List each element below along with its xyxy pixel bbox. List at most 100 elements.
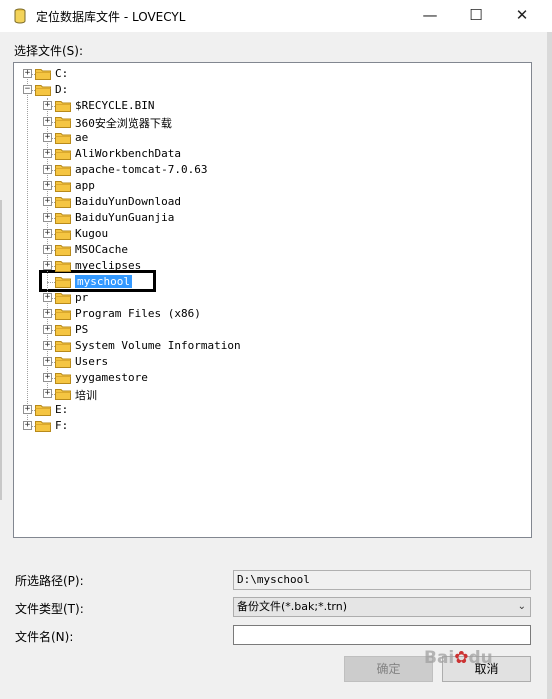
maximize-button[interactable]: ☐ xyxy=(453,0,499,32)
file-name-label: 文件名(N): xyxy=(15,630,74,644)
folder-icon xyxy=(55,100,71,112)
tree-item-label: 360安全浏览器下载 xyxy=(75,117,172,130)
expand-icon[interactable]: + xyxy=(43,213,52,222)
title-bar: 定位数据库文件 - LOVECYL — ☐ ✕ xyxy=(0,0,552,32)
expand-icon[interactable]: + xyxy=(43,261,52,270)
tree-item-label: yygamestore xyxy=(75,371,148,384)
tree-connector xyxy=(47,282,55,283)
folder-item[interactable]: + pr xyxy=(14,290,514,306)
drive-item[interactable]: + F: xyxy=(14,418,514,434)
window-title: 定位数据库文件 - LOVECYL xyxy=(36,10,186,24)
folder-icon xyxy=(55,212,71,224)
folder-item[interactable]: + BaiduYunGuanjia xyxy=(14,210,514,226)
tree-item-label: apache-tomcat-7.0.63 xyxy=(75,163,208,176)
folder-item[interactable]: + MSOCache xyxy=(14,242,514,258)
folder-icon xyxy=(55,132,71,144)
folder-icon xyxy=(55,196,71,208)
expand-icon[interactable]: + xyxy=(43,389,52,398)
collapse-icon[interactable]: − xyxy=(23,85,32,94)
tree-item-label: Program Files (x86) xyxy=(75,307,201,320)
folder-item[interactable]: + apache-tomcat-7.0.63 xyxy=(14,162,514,178)
folder-item[interactable]: + Kugou xyxy=(14,226,514,242)
folder-icon xyxy=(35,84,51,96)
tree-item-label: pr xyxy=(75,291,89,304)
drive-item[interactable]: + E: xyxy=(14,402,514,418)
folder-item[interactable]: + System Volume Information xyxy=(14,338,514,354)
expand-icon[interactable]: + xyxy=(43,101,52,110)
expand-icon[interactable]: + xyxy=(23,69,32,78)
drive-item[interactable]: + C: xyxy=(14,66,514,82)
expand-icon[interactable]: + xyxy=(43,357,52,366)
folder-icon xyxy=(55,340,71,352)
close-button[interactable]: ✕ xyxy=(499,0,545,32)
folder-icon xyxy=(55,276,71,288)
folder-icon xyxy=(35,420,51,432)
folder-tree[interactable]: + C: − D: + $RECYCLE.BIN +360安全浏览器下载 + ae + AliWor… xyxy=(13,62,532,538)
expand-icon[interactable]: + xyxy=(43,325,52,334)
expand-icon[interactable]: + xyxy=(43,117,52,126)
folder-icon xyxy=(55,308,71,320)
expand-icon[interactable]: + xyxy=(43,197,52,206)
folder-icon xyxy=(35,404,51,416)
tree-item-label: AliWorkbenchData xyxy=(75,147,181,160)
ok-button[interactable]: 确定 xyxy=(344,656,433,682)
folder-icon xyxy=(55,372,71,384)
folder-item[interactable]: + Program Files (x86) xyxy=(14,306,514,322)
folder-item[interactable]: myschool xyxy=(14,274,514,290)
watermark-logo: Bai✿du xyxy=(424,648,493,668)
expand-icon[interactable]: + xyxy=(43,229,52,238)
database-icon xyxy=(14,8,26,24)
folder-item[interactable]: + $RECYCLE.BIN xyxy=(14,98,514,114)
window-edge xyxy=(547,32,552,699)
selected-path-field: D:\myschool xyxy=(233,570,531,590)
expand-icon[interactable]: + xyxy=(43,373,52,382)
tree-item-label: Kugou xyxy=(75,227,109,240)
folder-item[interactable]: + BaiduYunDownload xyxy=(14,194,514,210)
folder-item[interactable]: + Users xyxy=(14,354,514,370)
tree-item-label: 培训 xyxy=(75,389,97,402)
file-type-label: 文件类型(T): xyxy=(15,602,84,616)
tree-item-label: $RECYCLE.BIN xyxy=(75,99,155,112)
tree-item-label: System Volume Information xyxy=(75,339,241,352)
expand-icon[interactable]: + xyxy=(43,149,52,158)
expand-icon[interactable]: + xyxy=(43,341,52,350)
expand-icon[interactable]: + xyxy=(43,245,52,254)
folder-item[interactable]: + ae xyxy=(14,130,514,146)
tree-item-label: ae xyxy=(75,131,89,144)
drive-item[interactable]: − D: xyxy=(14,82,514,98)
folder-item[interactable]: + PS xyxy=(14,322,514,338)
folder-item[interactable]: + AliWorkbenchData xyxy=(14,146,514,162)
folder-icon xyxy=(55,260,71,272)
folder-icon xyxy=(55,148,71,160)
expand-icon[interactable]: + xyxy=(23,421,32,430)
tree-item-label: F: xyxy=(55,419,69,432)
expand-icon[interactable]: + xyxy=(43,309,52,318)
tree-item-label: myeclipses xyxy=(75,259,142,272)
chevron-down-icon: ⌄ xyxy=(517,601,526,612)
file-type-select[interactable]: 备份文件(*.bak;*.trn) ⌄ xyxy=(233,597,531,617)
folder-icon xyxy=(55,228,71,240)
tree-item-label: E: xyxy=(55,403,69,416)
file-name-input[interactable] xyxy=(233,625,531,645)
folder-item[interactable]: + myeclipses xyxy=(14,258,514,274)
folder-icon xyxy=(55,356,71,368)
file-type-value: 备份文件(*.bak;*.trn) xyxy=(237,600,347,613)
folder-icon xyxy=(55,116,71,128)
tree-item-label: C: xyxy=(55,67,69,80)
folder-icon xyxy=(55,388,71,400)
minimize-button[interactable]: — xyxy=(407,0,453,32)
folder-item[interactable]: +360安全浏览器下载 xyxy=(14,114,514,130)
folder-icon xyxy=(35,68,51,80)
select-file-label: 选择文件(S): xyxy=(14,44,84,58)
tree-item-label: BaiduYunGuanjia xyxy=(75,211,175,224)
expand-icon[interactable]: + xyxy=(43,165,52,174)
folder-item[interactable]: + 培训 xyxy=(14,386,514,402)
expand-icon[interactable]: + xyxy=(43,293,52,302)
tree-item-label: PS xyxy=(75,323,89,336)
expand-icon[interactable]: + xyxy=(23,405,32,414)
expand-icon[interactable]: + xyxy=(43,181,52,190)
folder-item[interactable]: + app xyxy=(14,178,514,194)
folder-item[interactable]: + yygamestore xyxy=(14,370,514,386)
tree-item-label: Users xyxy=(75,355,109,368)
expand-icon[interactable]: + xyxy=(43,133,52,142)
